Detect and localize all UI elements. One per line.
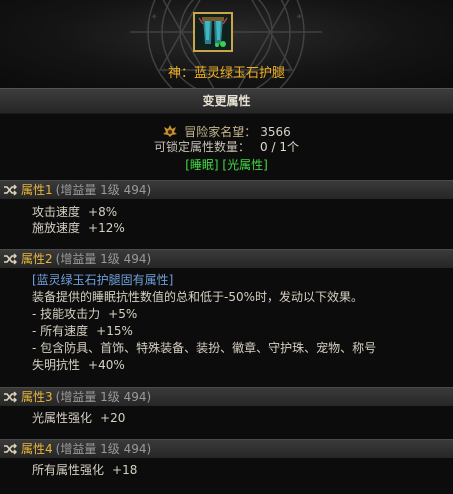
change-attributes-button[interactable]: 变更属性 bbox=[0, 88, 453, 114]
attr-line: 攻击速度 +8% bbox=[32, 205, 118, 219]
shuffle-icon bbox=[4, 391, 17, 403]
section-subtitle-1: (增益量 1级 494) bbox=[55, 183, 152, 197]
section-subtitle-4: (增益量 1级 494) bbox=[55, 442, 152, 456]
section-title-2: 属性2 (增益量 1级 494) bbox=[21, 252, 152, 266]
attr-line: 所有属性强化 +18 bbox=[32, 463, 138, 477]
svg-text:✦: ✦ bbox=[150, 12, 158, 23]
fixed-attribute-description: 装备提供的睡眠抗性数值的总和低于-50%时，发动以下效果。 bbox=[32, 290, 364, 304]
fixed-attribute-header: [蓝灵绿玉石护腿固有属性] bbox=[32, 273, 174, 287]
lockable-label: 可锁定属性数量： bbox=[154, 140, 251, 154]
lockable-row: 可锁定属性数量： 0 / 1个 bbox=[0, 138, 453, 155]
item-name: 神：蓝灵绿玉石护腿 bbox=[167, 66, 285, 81]
item-header: ✦ ✦ ✧ ✧ 神：蓝灵绿玉石护腿 bbox=[0, 0, 453, 88]
attribute-tags: [睡眠] [光属性] bbox=[185, 158, 268, 172]
attr-line: 失明抗性 +40% bbox=[32, 358, 125, 372]
shuffle-icon bbox=[4, 253, 17, 265]
fame-emblem-icon bbox=[163, 125, 178, 137]
shuffle-icon bbox=[4, 184, 17, 196]
section-header-4[interactable]: 属性4 (增益量 1级 494) bbox=[0, 439, 453, 458]
attr-line: 光属性强化 +20 bbox=[32, 411, 126, 425]
fame-value: 3566 bbox=[260, 125, 291, 139]
section-subtitle-2: (增益量 1级 494) bbox=[55, 252, 152, 266]
svg-text:✦: ✦ bbox=[295, 12, 303, 23]
fame-label: 冒险家名望： bbox=[184, 125, 257, 139]
section-title-1: 属性1 (增益量 1级 494) bbox=[21, 183, 152, 197]
section-header-2[interactable]: 属性2 (增益量 1级 494) bbox=[0, 249, 453, 268]
section-title-4: 属性4 (增益量 1级 494) bbox=[21, 442, 152, 456]
attr-line: 施放速度 +12% bbox=[32, 221, 125, 235]
section-title-3: 属性3 (增益量 1级 494) bbox=[21, 390, 152, 404]
lockable-value: 0 / 1个 bbox=[260, 140, 299, 154]
section-header-1[interactable]: 属性1 (增益量 1级 494) bbox=[0, 180, 453, 199]
shuffle-icon bbox=[4, 443, 17, 455]
attr-line: - 包含防具、首饰、特殊装备、装扮、徽章、守护珠、宠物、称号 bbox=[32, 341, 377, 355]
section-subtitle-3: (增益量 1级 494) bbox=[55, 390, 152, 404]
attr-line: - 技能攻击力 +5% bbox=[32, 307, 138, 321]
attr-line: - 所有速度 +15% bbox=[32, 324, 133, 338]
section-header-3[interactable]: 属性3 (增益量 1级 494) bbox=[0, 387, 453, 406]
leggings-icon[interactable] bbox=[193, 12, 233, 52]
